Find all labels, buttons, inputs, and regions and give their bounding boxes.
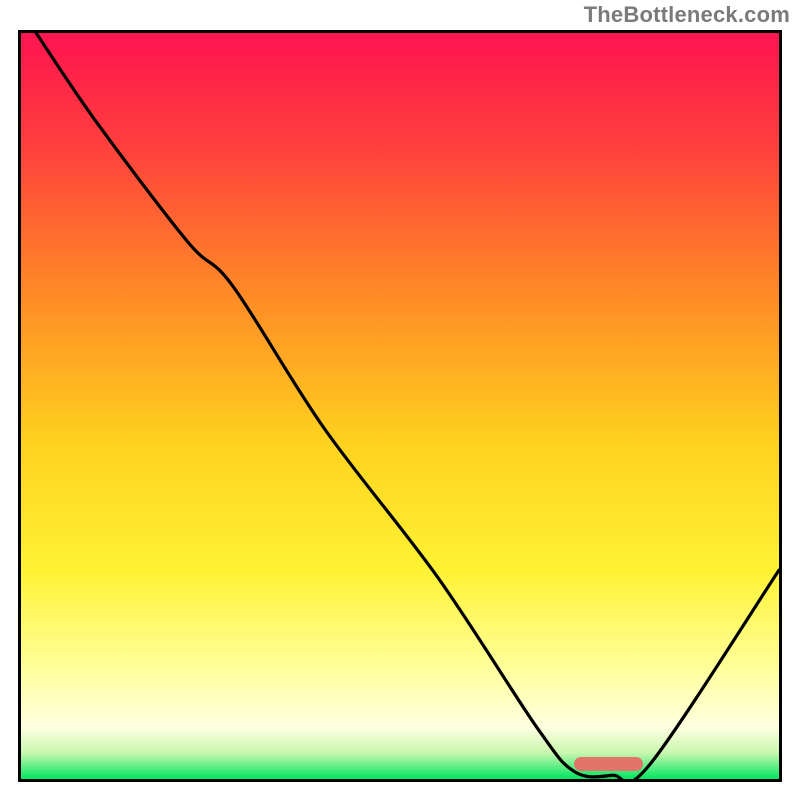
optimum-marker [574, 757, 642, 771]
plot-area [18, 30, 782, 782]
gradient-background [21, 33, 779, 779]
chart-frame: TheBottleneck.com [0, 0, 800, 800]
watermark-text: TheBottleneck.com [584, 2, 790, 28]
